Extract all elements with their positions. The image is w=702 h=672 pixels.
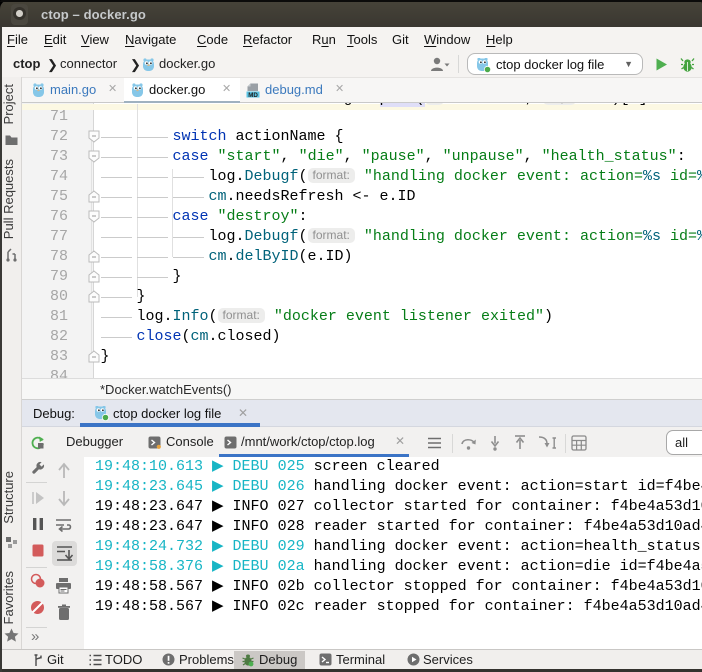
svg-text:MD: MD xyxy=(248,92,258,98)
